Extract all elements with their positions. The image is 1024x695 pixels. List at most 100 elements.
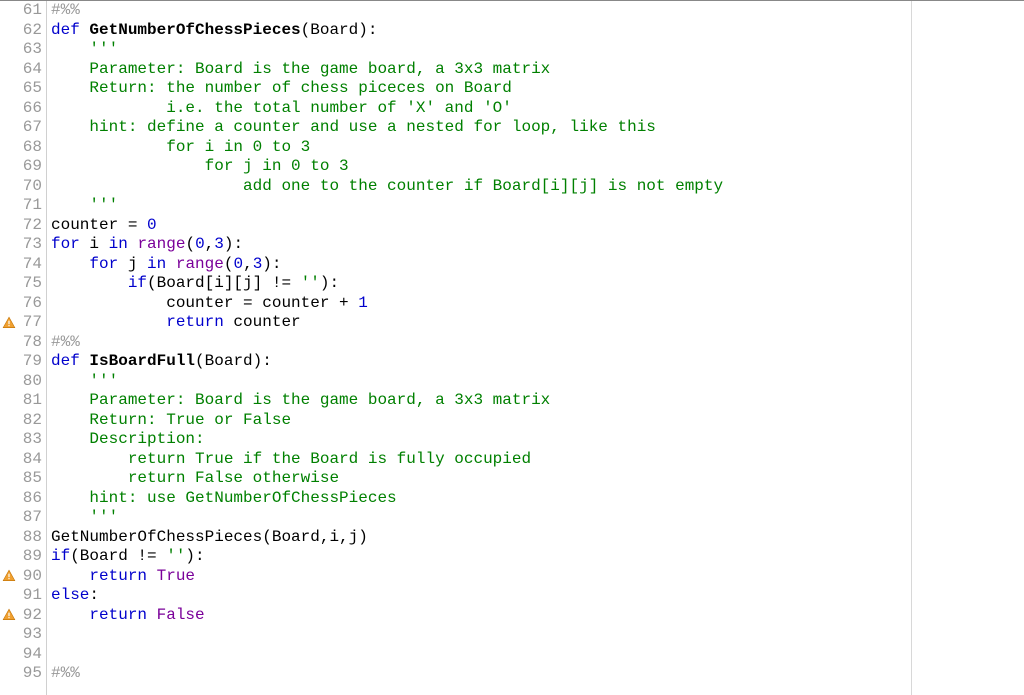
code-line[interactable]: #%% <box>51 1 1024 21</box>
line-number: 66 <box>18 99 42 119</box>
token-txt: GetNumberOfChessPieces(Board,i,j) <box>51 528 368 546</box>
token-txt: counter <box>224 313 301 331</box>
token-txt: , <box>243 255 253 273</box>
token-str: for j in 0 to 3 <box>51 157 349 175</box>
token-str: i.e. the total number of 'X' and 'O' <box>51 99 512 117</box>
code-line[interactable]: counter = counter + 1 <box>51 294 1024 314</box>
line-number: 84 <box>18 450 42 470</box>
token-txt <box>128 235 138 253</box>
code-line[interactable]: def IsBoardFull(Board): <box>51 352 1024 372</box>
code-line[interactable]: Parameter: Board is the game board, a 3x… <box>51 60 1024 80</box>
token-str: hint: use GetNumberOfChessPieces <box>51 489 397 507</box>
token-txt: (Board[i][j] != <box>147 274 301 292</box>
code-line[interactable]: return True <box>51 567 1024 587</box>
token-const: True <box>157 567 195 585</box>
code-line[interactable]: def GetNumberOfChessPieces(Board): <box>51 21 1024 41</box>
token-str: add one to the counter if Board[i][j] is… <box>51 177 723 195</box>
line-number: 63 <box>18 40 42 60</box>
code-line[interactable]: #%% <box>51 664 1024 684</box>
gutter-icon-cell <box>0 157 18 177</box>
gutter-icon-cell <box>0 430 18 450</box>
code-line[interactable]: for j in range(0,3): <box>51 255 1024 275</box>
code-line[interactable]: return False otherwise <box>51 469 1024 489</box>
code-line[interactable]: for j in 0 to 3 <box>51 157 1024 177</box>
code-line[interactable]: ''' <box>51 40 1024 60</box>
token-num: 0 <box>195 235 205 253</box>
line-number: 64 <box>18 60 42 80</box>
token-txt: ): <box>262 255 281 273</box>
code-line[interactable]: Parameter: Board is the game board, a 3x… <box>51 391 1024 411</box>
code-line[interactable]: if(Board[i][j] != ''): <box>51 274 1024 294</box>
code-line[interactable]: ''' <box>51 508 1024 528</box>
token-str: ''' <box>51 40 118 58</box>
gutter-icon-cell <box>0 1 18 21</box>
line-number: 88 <box>18 528 42 548</box>
code-line[interactable]: for i in 0 to 3 <box>51 138 1024 158</box>
line-number: 62 <box>18 21 42 41</box>
code-area[interactable]: #%% def GetNumberOfChessPieces(Board): ''… <box>47 1 1024 695</box>
code-line[interactable]: counter = 0 <box>51 216 1024 236</box>
token-str: return False otherwise <box>51 469 339 487</box>
code-line[interactable]: hint: define a counter and use a nested … <box>51 118 1024 138</box>
code-line[interactable]: Return: True or False <box>51 411 1024 431</box>
code-line[interactable]: for i in range(0,3): <box>51 235 1024 255</box>
code-line[interactable]: add one to the counter if Board[i][j] is… <box>51 177 1024 197</box>
line-number: 94 <box>18 645 42 665</box>
code-line[interactable]: return counter <box>51 313 1024 333</box>
line-number: 90 <box>18 567 42 587</box>
code-line[interactable]: Description: <box>51 430 1024 450</box>
gutter-icon-cell[interactable] <box>0 313 18 333</box>
gutter-icon-cell <box>0 216 18 236</box>
code-line[interactable] <box>51 625 1024 645</box>
line-number: 85 <box>18 469 42 489</box>
gutter-icon-cell <box>0 664 18 684</box>
code-line[interactable]: ''' <box>51 196 1024 216</box>
code-line[interactable]: Return: the number of chess piceces on B… <box>51 79 1024 99</box>
token-str: '' <box>301 274 320 292</box>
code-line[interactable]: return False <box>51 606 1024 626</box>
gutter-icon-cell <box>0 79 18 99</box>
token-num: 1 <box>358 294 368 312</box>
gutter-icon-cell <box>0 645 18 665</box>
warning-icon <box>2 316 16 330</box>
gutter-icon-cell <box>0 138 18 158</box>
token-comment: #%% <box>51 1 80 19</box>
token-kw: else <box>51 586 89 604</box>
token-kw: if <box>128 274 147 292</box>
gutter-icon-cell <box>0 177 18 197</box>
token-kw: in <box>109 235 128 253</box>
token-txt: (Board): <box>195 352 272 370</box>
token-fname: GetNumberOfChessPieces <box>89 21 300 39</box>
token-str: for i in 0 to 3 <box>51 138 310 156</box>
gutter-icon-cell <box>0 469 18 489</box>
code-line[interactable]: GetNumberOfChessPieces(Board,i,j) <box>51 528 1024 548</box>
token-comment: #%% <box>51 664 80 682</box>
gutter-icon-cell <box>0 274 18 294</box>
gutter-icon-cell <box>0 450 18 470</box>
token-kw: return <box>166 313 224 331</box>
gutter-icon-cell[interactable] <box>0 606 18 626</box>
token-txt <box>51 606 89 624</box>
gutter-icon-cell <box>0 391 18 411</box>
line-number: 61 <box>18 1 42 21</box>
code-line[interactable]: hint: use GetNumberOfChessPieces <box>51 489 1024 509</box>
code-line[interactable]: #%% <box>51 333 1024 353</box>
code-line[interactable]: if(Board != ''): <box>51 547 1024 567</box>
gutter-icon-cell <box>0 118 18 138</box>
line-number: 68 <box>18 138 42 158</box>
code-line[interactable]: return True if the Board is fully occupi… <box>51 450 1024 470</box>
code-line[interactable]: ''' <box>51 372 1024 392</box>
code-line[interactable]: else: <box>51 586 1024 606</box>
gutter-icon-cell <box>0 508 18 528</box>
code-line[interactable] <box>51 645 1024 665</box>
gutter-icon-cell <box>0 547 18 567</box>
token-txt: : <box>89 586 99 604</box>
gutter-icon-cell <box>0 255 18 275</box>
code-editor[interactable]: 6162636465666768697071727374757677787980… <box>0 0 1024 695</box>
gutter-icon-cell <box>0 586 18 606</box>
token-str: Description: <box>51 430 205 448</box>
gutter-icon-cell[interactable] <box>0 567 18 587</box>
code-line[interactable]: i.e. the total number of 'X' and 'O' <box>51 99 1024 119</box>
gutter-icon-cell <box>0 352 18 372</box>
token-str: Return: the number of chess piceces on B… <box>51 79 512 97</box>
